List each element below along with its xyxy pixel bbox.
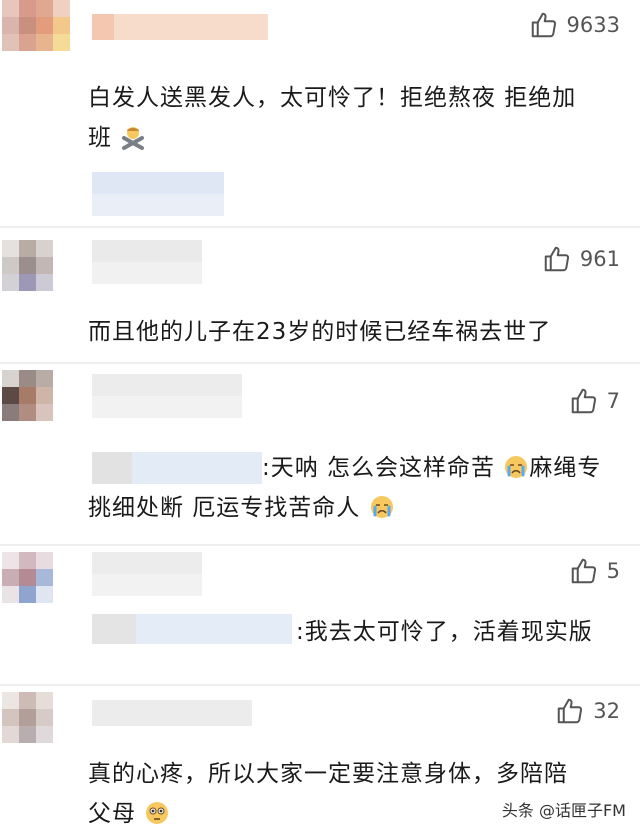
thumbs-up-icon (558, 698, 583, 724)
avatar[interactable] (2, 692, 70, 760)
crying-face-icon (505, 456, 528, 478)
thumbs-up-icon (531, 12, 556, 38)
pleading-face-icon (146, 802, 169, 824)
reply-user-mosaic[interactable] (92, 452, 262, 484)
username-mosaic[interactable] (92, 14, 268, 40)
comment-text: 真的心疼，所以大家一定要注意身体，多陪陪 父母 (88, 761, 568, 827)
crying-face-icon (370, 496, 393, 518)
like-button[interactable]: 961 (542, 244, 620, 274)
comment-text: :天呐 怎么会这样命苦 麻绳专 (262, 455, 602, 481)
like-button[interactable]: 32 (555, 696, 620, 726)
like-count: 961 (579, 247, 620, 271)
thumbs-up-icon (571, 558, 596, 584)
username-mosaic[interactable] (92, 240, 202, 284)
thumbs-up-icon (544, 246, 569, 272)
avatar[interactable] (2, 0, 70, 68)
like-count: 5 (606, 559, 620, 583)
reply-user-mosaic[interactable] (92, 614, 292, 644)
like-button[interactable]: 9633 (529, 10, 620, 40)
avatar[interactable] (2, 370, 70, 438)
comment-4: 5 :我去太可怜了，活着现实版 (0, 546, 640, 684)
comment-text: 白发人送黑发人，太可怜了！拒绝熬夜 拒绝加 班 (88, 85, 577, 151)
username-mosaic[interactable] (92, 552, 202, 596)
person-gesturing-no-icon (122, 127, 145, 150)
avatar[interactable] (2, 240, 70, 308)
comment-3: 7 :天呐 怎么会这样命苦 麻绳专 挑细处断 厄运专找苦命人 (0, 364, 640, 544)
like-count: 7 (606, 389, 620, 413)
like-button[interactable]: 7 (569, 386, 620, 416)
comment-text-line2: 挑细处断 厄运专找苦命人 (88, 488, 620, 528)
avatar[interactable] (2, 552, 70, 620)
comment-2: 961 而且他的儿子在23岁的时候已经车祸去世了 (0, 228, 640, 362)
comment-1: 9633 白发人送黑发人，太可怜了！拒绝熬夜 拒绝加 班 (0, 0, 640, 228)
reply-mosaic[interactable] (92, 172, 224, 216)
like-count: 32 (593, 699, 620, 723)
comment-text: 而且他的儿子在23岁的时候已经车祸去世了 (88, 319, 552, 345)
like-count: 9633 (566, 13, 620, 37)
username-mosaic[interactable] (92, 700, 252, 726)
thumbs-up-icon (571, 388, 596, 414)
like-button[interactable]: 5 (569, 556, 620, 586)
watermark: 头条 @话匣子FM (501, 801, 626, 820)
comment-text: :我去太可怜了，活着现实版 (296, 619, 593, 645)
username-mosaic[interactable] (92, 374, 242, 418)
